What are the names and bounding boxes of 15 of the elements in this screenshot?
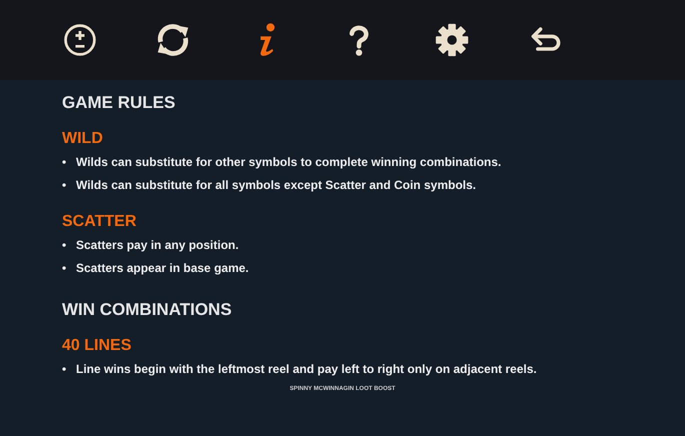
rule-text: Line wins begin with the leftmost reel and pay left to right only on adjacent reels. [76, 362, 537, 376]
rule-heading: SCATTER [62, 212, 138, 232]
section-title: WIN COMBINATIONS [62, 299, 233, 321]
bullet-marker: • [62, 237, 68, 254]
rule-heading: WILD [62, 129, 104, 149]
rule-text: Scatters pay in any position. [76, 238, 239, 252]
bullet-marker: • [62, 154, 68, 171]
rule-text: Scatters appear in base game. [76, 261, 249, 275]
rule-heading: 40 LINES [62, 336, 132, 356]
section-title: GAME RULES [62, 92, 176, 114]
bullet-marker: • [62, 361, 68, 378]
rule-text: Wilds can substitute for other symbols to complete winning combinations. [76, 155, 502, 169]
bullet-marker: • [62, 177, 68, 194]
bullet-marker: • [62, 260, 68, 277]
rule-text: Wilds can substitute for all symbols except Scatter and Coin symbols. [76, 178, 476, 192]
